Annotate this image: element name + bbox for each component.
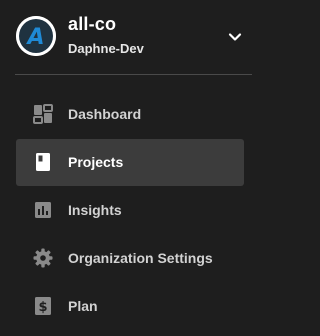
sidebar: A all-co Daphne-Dev Dashboard Projects I… (0, 0, 257, 336)
sidebar-item-projects[interactable]: Projects (16, 139, 244, 186)
chevron-down-icon[interactable] (224, 26, 246, 48)
insights-icon (33, 200, 53, 220)
sidebar-item-label: Projects (68, 154, 124, 170)
sidebar-item-plan[interactable]: $ Plan (16, 283, 244, 330)
projects-icon (33, 152, 53, 172)
gear-icon (33, 248, 53, 268)
org-logo: A (16, 16, 56, 56)
sidebar-item-dashboard[interactable]: Dashboard (16, 91, 244, 138)
dashboard-icon (33, 104, 53, 124)
sidebar-item-label: Insights (68, 202, 122, 218)
sidebar-item-insights[interactable]: Insights (16, 187, 244, 234)
sidebar-item-label: Dashboard (68, 106, 142, 122)
org-logo-icon: A (16, 16, 56, 56)
org-name: all-co (68, 14, 117, 34)
svg-text:A: A (25, 25, 44, 50)
dollar-icon: $ (33, 296, 53, 316)
sidebar-item-organization-settings[interactable]: Organization Settings (16, 235, 244, 282)
sidebar-item-label: Plan (68, 298, 98, 314)
org-switcher[interactable]: A all-co Daphne-Dev (0, 0, 257, 74)
org-user-name: Daphne-Dev (68, 41, 144, 56)
sidebar-item-label: Organization Settings (68, 250, 213, 266)
sidebar-nav: Dashboard Projects Insights Organization… (0, 91, 257, 331)
svg-text:$: $ (38, 300, 47, 315)
header-divider (15, 74, 252, 75)
